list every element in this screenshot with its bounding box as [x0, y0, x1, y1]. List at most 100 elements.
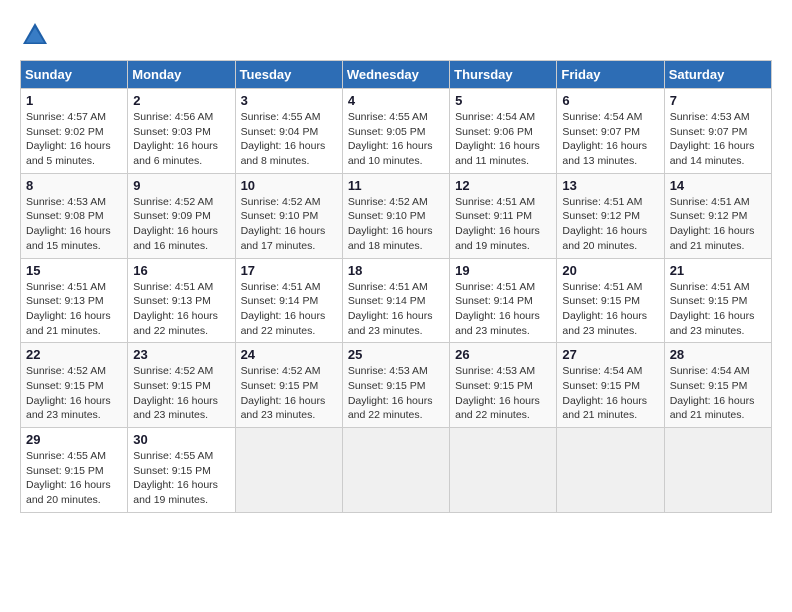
day-of-week-header: Saturday: [664, 61, 771, 89]
day-number: 22: [26, 347, 122, 362]
day-number: 7: [670, 93, 766, 108]
day-number: 25: [348, 347, 444, 362]
calendar-cell: 8 Sunrise: 4:53 AM Sunset: 9:08 PM Dayli…: [21, 173, 128, 258]
calendar-cell: 9 Sunrise: 4:52 AM Sunset: 9:09 PM Dayli…: [128, 173, 235, 258]
day-info: Sunrise: 4:55 AM Sunset: 9:05 PM Dayligh…: [348, 110, 444, 169]
day-info: Sunrise: 4:53 AM Sunset: 9:15 PM Dayligh…: [348, 364, 444, 423]
day-number: 14: [670, 178, 766, 193]
day-info: Sunrise: 4:52 AM Sunset: 9:10 PM Dayligh…: [348, 195, 444, 254]
calendar-cell: 25 Sunrise: 4:53 AM Sunset: 9:15 PM Dayl…: [342, 343, 449, 428]
day-info: Sunrise: 4:54 AM Sunset: 9:06 PM Dayligh…: [455, 110, 551, 169]
day-info: Sunrise: 4:51 AM Sunset: 9:15 PM Dayligh…: [562, 280, 658, 339]
day-of-week-header: Thursday: [450, 61, 557, 89]
day-number: 13: [562, 178, 658, 193]
logo-icon: [20, 20, 50, 50]
calendar-cell: 21 Sunrise: 4:51 AM Sunset: 9:15 PM Dayl…: [664, 258, 771, 343]
day-info: Sunrise: 4:51 AM Sunset: 9:12 PM Dayligh…: [562, 195, 658, 254]
calendar-cell: 20 Sunrise: 4:51 AM Sunset: 9:15 PM Dayl…: [557, 258, 664, 343]
day-info: Sunrise: 4:55 AM Sunset: 9:15 PM Dayligh…: [26, 449, 122, 508]
day-of-week-header: Monday: [128, 61, 235, 89]
calendar-cell: 3 Sunrise: 4:55 AM Sunset: 9:04 PM Dayli…: [235, 89, 342, 174]
day-number: 10: [241, 178, 337, 193]
calendar-cell: 23 Sunrise: 4:52 AM Sunset: 9:15 PM Dayl…: [128, 343, 235, 428]
day-number: 2: [133, 93, 229, 108]
calendar-cell: 15 Sunrise: 4:51 AM Sunset: 9:13 PM Dayl…: [21, 258, 128, 343]
day-info: Sunrise: 4:54 AM Sunset: 9:07 PM Dayligh…: [562, 110, 658, 169]
day-info: Sunrise: 4:51 AM Sunset: 9:12 PM Dayligh…: [670, 195, 766, 254]
calendar-cell: 10 Sunrise: 4:52 AM Sunset: 9:10 PM Dayl…: [235, 173, 342, 258]
calendar-week-row: 15 Sunrise: 4:51 AM Sunset: 9:13 PM Dayl…: [21, 258, 772, 343]
calendar-cell: 29 Sunrise: 4:55 AM Sunset: 9:15 PM Dayl…: [21, 428, 128, 513]
day-info: Sunrise: 4:55 AM Sunset: 9:04 PM Dayligh…: [241, 110, 337, 169]
day-number: 15: [26, 263, 122, 278]
day-number: 24: [241, 347, 337, 362]
day-number: 16: [133, 263, 229, 278]
day-number: 9: [133, 178, 229, 193]
calendar-cell: 19 Sunrise: 4:51 AM Sunset: 9:14 PM Dayl…: [450, 258, 557, 343]
day-info: Sunrise: 4:51 AM Sunset: 9:15 PM Dayligh…: [670, 280, 766, 339]
day-number: 29: [26, 432, 122, 447]
day-number: 19: [455, 263, 551, 278]
calendar-cell: [235, 428, 342, 513]
day-info: Sunrise: 4:52 AM Sunset: 9:09 PM Dayligh…: [133, 195, 229, 254]
calendar-cell: 26 Sunrise: 4:53 AM Sunset: 9:15 PM Dayl…: [450, 343, 557, 428]
calendar-cell: [664, 428, 771, 513]
day-number: 18: [348, 263, 444, 278]
calendar-cell: 12 Sunrise: 4:51 AM Sunset: 9:11 PM Dayl…: [450, 173, 557, 258]
day-number: 27: [562, 347, 658, 362]
day-number: 1: [26, 93, 122, 108]
calendar-cell: 4 Sunrise: 4:55 AM Sunset: 9:05 PM Dayli…: [342, 89, 449, 174]
day-number: 21: [670, 263, 766, 278]
day-info: Sunrise: 4:52 AM Sunset: 9:10 PM Dayligh…: [241, 195, 337, 254]
day-info: Sunrise: 4:53 AM Sunset: 9:07 PM Dayligh…: [670, 110, 766, 169]
day-of-week-header: Tuesday: [235, 61, 342, 89]
page-header: [20, 20, 772, 50]
day-number: 23: [133, 347, 229, 362]
day-info: Sunrise: 4:51 AM Sunset: 9:13 PM Dayligh…: [26, 280, 122, 339]
day-info: Sunrise: 4:54 AM Sunset: 9:15 PM Dayligh…: [670, 364, 766, 423]
day-info: Sunrise: 4:53 AM Sunset: 9:15 PM Dayligh…: [455, 364, 551, 423]
calendar-cell: 17 Sunrise: 4:51 AM Sunset: 9:14 PM Dayl…: [235, 258, 342, 343]
calendar-cell: [342, 428, 449, 513]
calendar-cell: 28 Sunrise: 4:54 AM Sunset: 9:15 PM Dayl…: [664, 343, 771, 428]
calendar-cell: 6 Sunrise: 4:54 AM Sunset: 9:07 PM Dayli…: [557, 89, 664, 174]
day-info: Sunrise: 4:52 AM Sunset: 9:15 PM Dayligh…: [26, 364, 122, 423]
day-number: 28: [670, 347, 766, 362]
day-info: Sunrise: 4:51 AM Sunset: 9:13 PM Dayligh…: [133, 280, 229, 339]
calendar-cell: 18 Sunrise: 4:51 AM Sunset: 9:14 PM Dayl…: [342, 258, 449, 343]
calendar-week-row: 29 Sunrise: 4:55 AM Sunset: 9:15 PM Dayl…: [21, 428, 772, 513]
day-info: Sunrise: 4:57 AM Sunset: 9:02 PM Dayligh…: [26, 110, 122, 169]
calendar-cell: 2 Sunrise: 4:56 AM Sunset: 9:03 PM Dayli…: [128, 89, 235, 174]
day-info: Sunrise: 4:54 AM Sunset: 9:15 PM Dayligh…: [562, 364, 658, 423]
calendar-cell: 11 Sunrise: 4:52 AM Sunset: 9:10 PM Dayl…: [342, 173, 449, 258]
day-number: 8: [26, 178, 122, 193]
day-number: 12: [455, 178, 551, 193]
day-info: Sunrise: 4:53 AM Sunset: 9:08 PM Dayligh…: [26, 195, 122, 254]
day-number: 3: [241, 93, 337, 108]
day-info: Sunrise: 4:51 AM Sunset: 9:11 PM Dayligh…: [455, 195, 551, 254]
calendar-cell: 13 Sunrise: 4:51 AM Sunset: 9:12 PM Dayl…: [557, 173, 664, 258]
logo: [20, 20, 56, 50]
calendar-week-row: 8 Sunrise: 4:53 AM Sunset: 9:08 PM Dayli…: [21, 173, 772, 258]
day-of-week-header: Sunday: [21, 61, 128, 89]
day-info: Sunrise: 4:51 AM Sunset: 9:14 PM Dayligh…: [241, 280, 337, 339]
day-info: Sunrise: 4:56 AM Sunset: 9:03 PM Dayligh…: [133, 110, 229, 169]
calendar-cell: 27 Sunrise: 4:54 AM Sunset: 9:15 PM Dayl…: [557, 343, 664, 428]
calendar-cell: 22 Sunrise: 4:52 AM Sunset: 9:15 PM Dayl…: [21, 343, 128, 428]
calendar-table: SundayMondayTuesdayWednesdayThursdayFrid…: [20, 60, 772, 513]
day-of-week-header: Friday: [557, 61, 664, 89]
calendar-cell: 14 Sunrise: 4:51 AM Sunset: 9:12 PM Dayl…: [664, 173, 771, 258]
calendar-cell: [557, 428, 664, 513]
calendar-cell: 5 Sunrise: 4:54 AM Sunset: 9:06 PM Dayli…: [450, 89, 557, 174]
day-info: Sunrise: 4:52 AM Sunset: 9:15 PM Dayligh…: [133, 364, 229, 423]
day-of-week-header: Wednesday: [342, 61, 449, 89]
day-number: 5: [455, 93, 551, 108]
day-info: Sunrise: 4:52 AM Sunset: 9:15 PM Dayligh…: [241, 364, 337, 423]
calendar-cell: [450, 428, 557, 513]
day-info: Sunrise: 4:51 AM Sunset: 9:14 PM Dayligh…: [455, 280, 551, 339]
calendar-week-row: 1 Sunrise: 4:57 AM Sunset: 9:02 PM Dayli…: [21, 89, 772, 174]
day-number: 11: [348, 178, 444, 193]
day-info: Sunrise: 4:55 AM Sunset: 9:15 PM Dayligh…: [133, 449, 229, 508]
calendar-cell: 7 Sunrise: 4:53 AM Sunset: 9:07 PM Dayli…: [664, 89, 771, 174]
day-number: 26: [455, 347, 551, 362]
